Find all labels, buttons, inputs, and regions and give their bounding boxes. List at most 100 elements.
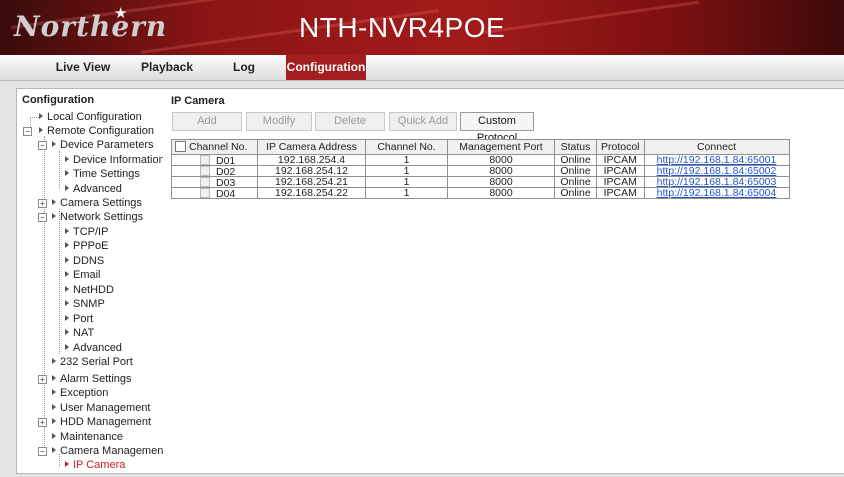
management-port-cell: 8000	[447, 165, 555, 177]
column-header-status[interactable]: Status	[554, 139, 597, 155]
sidebar-item-pppoe[interactable]: PPPoE	[65, 239, 108, 253]
modify-button[interactable]: Modify	[246, 112, 312, 131]
management-port-cell: 8000	[447, 154, 555, 166]
status-cell: Online	[554, 176, 597, 188]
camera-channel-cell: 1	[365, 154, 448, 166]
arrow-right-icon	[65, 461, 69, 467]
sidebar-item-ip-camera[interactable]: IP Camera	[65, 458, 125, 472]
row-checkbox[interactable]	[200, 166, 210, 176]
sidebar-item-snmp[interactable]: SNMP	[65, 297, 105, 311]
collapse-toggle-icon[interactable]: −	[38, 447, 47, 456]
sidebar-item-network-advanced[interactable]: Advanced	[65, 341, 122, 355]
expand-toggle-icon[interactable]: +	[38, 199, 47, 208]
arrow-right-icon	[52, 447, 56, 453]
sidebar-item-time-settings[interactable]: Time Settings	[65, 167, 140, 181]
arrow-right-icon	[52, 389, 56, 395]
sidebar-item-advanced[interactable]: Advanced	[65, 182, 122, 196]
main-content: IP Camera Add Modify Delete Quick Add Cu…	[163, 88, 844, 474]
column-header-protocol[interactable]: Protocol	[596, 139, 645, 155]
arrow-right-icon	[39, 127, 43, 133]
sidebar-item-tcpip[interactable]: TCP/IP	[65, 225, 108, 239]
sidebar-item-port[interactable]: Port	[65, 312, 93, 326]
arrow-right-icon	[52, 141, 56, 147]
collapse-toggle-icon[interactable]: −	[38, 141, 47, 150]
row-checkbox[interactable]	[200, 155, 210, 165]
arrow-right-icon	[52, 418, 56, 424]
select-all-checkbox[interactable]	[175, 141, 186, 152]
sidebar-item-maintenance[interactable]: Maintenance	[52, 430, 123, 444]
sidebar-item-exception[interactable]: Exception	[52, 386, 108, 400]
column-header-management-port[interactable]: Management Port	[447, 139, 555, 155]
connect-link[interactable]: http://192.168.1.84:65004	[657, 187, 777, 199]
protocol-cell: IPCAM	[596, 154, 645, 166]
sidebar-item-user-management[interactable]: User Management	[52, 401, 151, 415]
expand-toggle-icon[interactable]: +	[38, 418, 47, 427]
tab-live-view[interactable]: Live View	[48, 55, 118, 80]
connect-cell: http://192.168.1.84:65002	[643, 165, 790, 177]
status-cell: Online	[554, 187, 597, 199]
tab-log[interactable]: Log	[226, 55, 262, 80]
sidebar-item-camera-management[interactable]: Camera Management	[52, 444, 166, 458]
arrow-right-icon	[65, 344, 69, 350]
arrow-right-icon	[39, 113, 43, 119]
table-row[interactable]: D03 192.168.254.21 1 8000 Online IPCAM h…	[171, 176, 790, 188]
table-row[interactable]: D01 192.168.254.4 1 8000 Online IPCAM ht…	[171, 154, 790, 166]
sidebar-item-device-information[interactable]: Device Information	[65, 153, 165, 167]
banner-streak	[480, 0, 700, 35]
status-cell: Online	[554, 154, 597, 166]
column-header-channel[interactable]: Channel No.	[171, 139, 258, 155]
arrow-right-icon	[52, 433, 56, 439]
table-row[interactable]: D02 192.168.254.12 1 8000 Online IPCAM h…	[171, 165, 790, 177]
sidebar-item-device-parameters[interactable]: Device Parameters	[52, 138, 154, 152]
arrow-right-icon	[65, 257, 69, 263]
sidebar-item-network-settings[interactable]: Network Settings	[52, 210, 143, 224]
sidebar-item-232-serial-port[interactable]: 232 Serial Port	[52, 355, 133, 369]
collapse-toggle-icon[interactable]: −	[38, 213, 47, 222]
camera-channel-cell: 1	[365, 165, 448, 177]
add-button[interactable]: Add	[172, 112, 242, 131]
tab-playback[interactable]: Playback	[138, 55, 196, 80]
collapse-toggle-icon[interactable]: −	[23, 127, 32, 136]
tab-configuration[interactable]: Configuration	[286, 55, 366, 80]
arrow-right-icon	[52, 358, 56, 364]
arrow-right-icon	[65, 242, 69, 248]
channel-cell: D01	[171, 154, 258, 166]
sidebar-item-remote-configuration[interactable]: Remote Configuration	[39, 124, 154, 138]
management-port-cell: 8000	[447, 187, 555, 199]
arrow-right-icon	[65, 156, 69, 162]
column-header-ip-address[interactable]: IP Camera Address	[257, 139, 366, 155]
custom-protocol-button[interactable]: Custom Protocol	[460, 112, 534, 144]
management-port-cell: 8000	[447, 176, 555, 188]
protocol-cell: IPCAM	[596, 165, 645, 177]
sidebar-item-alarm-settings[interactable]: Alarm Settings	[52, 372, 132, 386]
brand-star-icon: ★	[114, 5, 128, 22]
sidebar-item-ddns[interactable]: DDNS	[65, 254, 104, 268]
table-row[interactable]: D04 192.168.254.22 1 8000 Online IPCAM h…	[171, 187, 790, 199]
arrow-right-icon	[65, 315, 69, 321]
sidebar-title: Configuration	[22, 94, 95, 106]
sidebar-item-camera-settings[interactable]: Camera Settings	[52, 196, 142, 210]
ip-address-cell: 192.168.254.22	[257, 187, 366, 199]
sidebar-item-email[interactable]: Email	[65, 268, 101, 282]
sidebar-item-nat[interactable]: NAT	[65, 326, 94, 340]
sidebar-item-nethdd[interactable]: NetHDD	[65, 283, 114, 297]
delete-button[interactable]: Delete	[315, 112, 385, 131]
arrow-right-icon	[52, 213, 56, 219]
row-checkbox[interactable]	[200, 177, 210, 187]
arrow-right-icon	[52, 199, 56, 205]
product-title: NTH-NVR4POE	[299, 12, 506, 43]
quick-add-button[interactable]: Quick Add	[389, 112, 457, 131]
connect-cell: http://192.168.1.84:65004	[643, 187, 790, 199]
connect-cell: http://192.168.1.84:65001	[643, 154, 790, 166]
ip-address-cell: 192.168.254.12	[257, 165, 366, 177]
expand-toggle-icon[interactable]: +	[38, 375, 47, 384]
sidebar-item-local-configuration[interactable]: Local Configuration	[39, 110, 142, 124]
camera-channel-cell: 1	[365, 187, 448, 199]
sidebar-item-hdd-management[interactable]: HDD Management	[52, 415, 151, 429]
arrow-right-icon	[65, 300, 69, 306]
protocol-cell: IPCAM	[596, 176, 645, 188]
row-checkbox[interactable]	[200, 188, 210, 198]
column-header-camera-channel[interactable]: Channel No.	[365, 139, 448, 155]
column-header-connect[interactable]: Connect	[643, 139, 790, 155]
ip-address-cell: 192.168.254.21	[257, 176, 366, 188]
